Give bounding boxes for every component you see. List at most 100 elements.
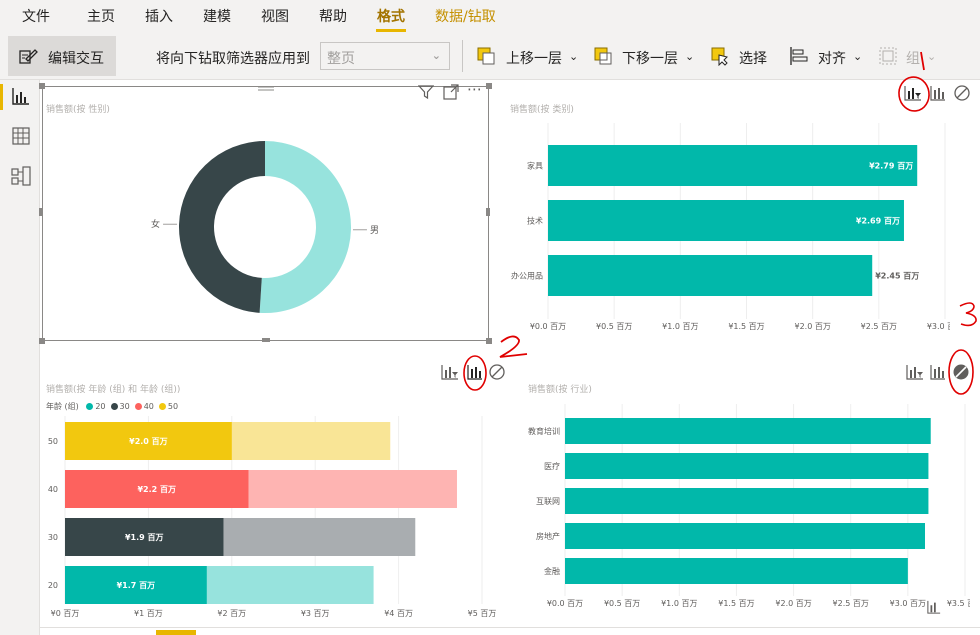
- drill-filter-label: 将向下钻取筛选器应用到: [156, 51, 310, 67]
- filter-interaction-icon[interactable]: [906, 364, 924, 380]
- chevron-down-icon: ⌄: [431, 49, 441, 62]
- highlight-interaction-icon[interactable]: [930, 364, 946, 380]
- x-tick-label: ¥3.0 百万: [890, 599, 926, 608]
- y-category-label: 教育培训: [528, 426, 560, 436]
- model-view-icon[interactable]: [10, 165, 32, 187]
- x-tick-label: ¥2.5 百万: [861, 322, 897, 331]
- x-tick-label: ¥1.0 百万: [661, 599, 697, 608]
- data-label: ¥2.69 百万: [856, 217, 900, 226]
- resize-handle[interactable]: [486, 83, 492, 89]
- bar: [548, 145, 918, 186]
- focus-mode-icon[interactable]: [443, 84, 459, 100]
- none-interaction-icon[interactable]: [488, 363, 506, 381]
- resize-handle[interactable]: [39, 338, 45, 344]
- category-chart-title: 销售额(按 类别): [510, 105, 574, 115]
- x-tick-label: ¥0.5 百万: [604, 599, 640, 608]
- data-label: ¥2.79 百万: [869, 162, 913, 171]
- active-page-tab[interactable]: [156, 630, 196, 635]
- x-tick-label: ¥0.5 百万: [596, 322, 632, 331]
- age-legend-title: 年龄 (组): [46, 402, 79, 411]
- menu-format[interactable]: 格式: [377, 6, 405, 26]
- menu-modeling[interactable]: 建模: [203, 6, 231, 26]
- y-category-label: 20: [48, 581, 58, 590]
- legend-dot: [134, 403, 142, 410]
- resize-handle[interactable]: [486, 338, 492, 344]
- drill-filter-dropdown[interactable]: 整页 ⌄: [320, 42, 450, 70]
- x-tick-label: ¥3.5 百万: [947, 599, 970, 608]
- y-category-label: 房地产: [536, 531, 560, 541]
- bring-forward-button[interactable]: 上移一层: [506, 48, 562, 68]
- data-label: ¥2.2 百万: [137, 485, 176, 494]
- chevron-down-icon[interactable]: ⌄: [569, 50, 578, 63]
- resize-handle[interactable]: [39, 208, 43, 216]
- donut-slice: [179, 141, 265, 313]
- filter-interaction-icon[interactable]: [926, 600, 942, 614]
- legend-dot: [110, 403, 118, 410]
- menu-insert[interactable]: 插入: [145, 6, 173, 26]
- legend-label: 30: [119, 402, 130, 411]
- y-category-label: 互联网: [536, 497, 560, 506]
- align-button[interactable]: 对齐: [818, 48, 846, 68]
- menu-help[interactable]: 帮助: [319, 6, 347, 26]
- y-category-label: 技术: [527, 216, 543, 226]
- legend-label: 20: [95, 402, 106, 411]
- x-tick-label: ¥1.5 百万: [728, 322, 764, 331]
- active-view-indicator: [0, 84, 3, 110]
- y-category-label: 30: [48, 533, 58, 542]
- donut-label: 男: [370, 225, 379, 236]
- bar: [565, 523, 925, 549]
- data-label: ¥2.0 百万: [129, 437, 168, 446]
- send-backward-button[interactable]: 下移一层: [622, 48, 678, 68]
- select-button[interactable]: 选择: [739, 48, 767, 68]
- chevron-down-icon[interactable]: ⌄: [927, 50, 936, 63]
- x-tick-label: ¥2.5 百万: [833, 599, 869, 608]
- x-tick-label: ¥4 百万: [384, 609, 413, 618]
- resize-handle[interactable]: [486, 208, 490, 216]
- menu-view[interactable]: 视图: [261, 6, 289, 26]
- category-bar-chart: ¥0.0 百万 ¥0.5 百万 ¥1.0 百万 ¥1.5 百万 ¥2.0 百万 ¥2.5 …: [511, 123, 950, 331]
- report-view-icon[interactable]: [10, 85, 32, 107]
- filter-interaction-icon[interactable]: [441, 364, 459, 380]
- drag-grip-icon[interactable]: [256, 84, 276, 94]
- none-interaction-icon[interactable]: [952, 363, 970, 381]
- edit-interactions-button[interactable]: 编辑交互: [8, 36, 116, 76]
- data-view-icon[interactable]: [10, 125, 32, 147]
- bring-forward-icon[interactable]: [476, 46, 496, 66]
- menu-bar: 文件 主页 插入 建模 视图 帮助 格式 数据/钻取: [0, 0, 980, 32]
- legend-label: 40: [143, 402, 154, 411]
- bar: [565, 488, 929, 514]
- filter-icon[interactable]: [418, 84, 434, 100]
- x-tick-label: ¥3.0 百万: [927, 322, 950, 331]
- more-options-icon[interactable]: ⋯: [467, 80, 482, 98]
- data-label: ¥2.45 百万: [875, 272, 919, 281]
- age-stacked-bar-chart: ¥0 百万 ¥1 百万 ¥2 百万 ¥3 百万 ¥4 百万 ¥5 百万 50 ¥2.0 百万 4…: [48, 416, 496, 618]
- highlight-interaction-icon[interactable]: [467, 364, 483, 380]
- chevron-down-icon[interactable]: ⌄: [853, 50, 862, 63]
- x-tick-label: ¥0.0 百万: [530, 322, 566, 331]
- resize-handle[interactable]: [39, 83, 45, 89]
- align-icon[interactable]: [789, 46, 809, 66]
- edit-interactions-icon: [19, 49, 38, 64]
- y-category-label: 金融: [544, 566, 560, 576]
- select-icon[interactable]: [710, 46, 730, 66]
- highlight-interaction-icon[interactable]: [930, 85, 946, 101]
- ribbon: 编辑交互 将向下钻取筛选器应用到 整页 ⌄ 上移一层 ⌄ 下移一层 ⌄ 选择 对…: [0, 32, 980, 80]
- chevron-down-icon[interactable]: ⌄: [685, 50, 694, 63]
- menu-file[interactable]: 文件: [22, 6, 50, 26]
- resize-handle[interactable]: [262, 338, 270, 342]
- group-icon[interactable]: [878, 46, 898, 66]
- gender-donut-chart: 男女: [151, 141, 379, 313]
- age-legend: 年龄 (组) 20 30 40 50: [46, 401, 178, 412]
- y-category-label: 医疗: [544, 461, 560, 471]
- x-tick-label: ¥1.0 百万: [662, 322, 698, 331]
- bar: [565, 453, 929, 479]
- send-backward-icon[interactable]: [593, 46, 613, 66]
- group-button[interactable]: 组: [906, 48, 920, 68]
- menu-home[interactable]: 主页: [87, 6, 115, 26]
- x-tick-label: ¥3 百万: [301, 609, 330, 618]
- none-interaction-icon[interactable]: [953, 84, 971, 102]
- legend-dot: [158, 403, 166, 410]
- filter-interaction-icon[interactable]: [904, 85, 922, 101]
- donut-slice: [259, 141, 352, 313]
- menu-data-drill[interactable]: 数据/钻取: [435, 6, 496, 26]
